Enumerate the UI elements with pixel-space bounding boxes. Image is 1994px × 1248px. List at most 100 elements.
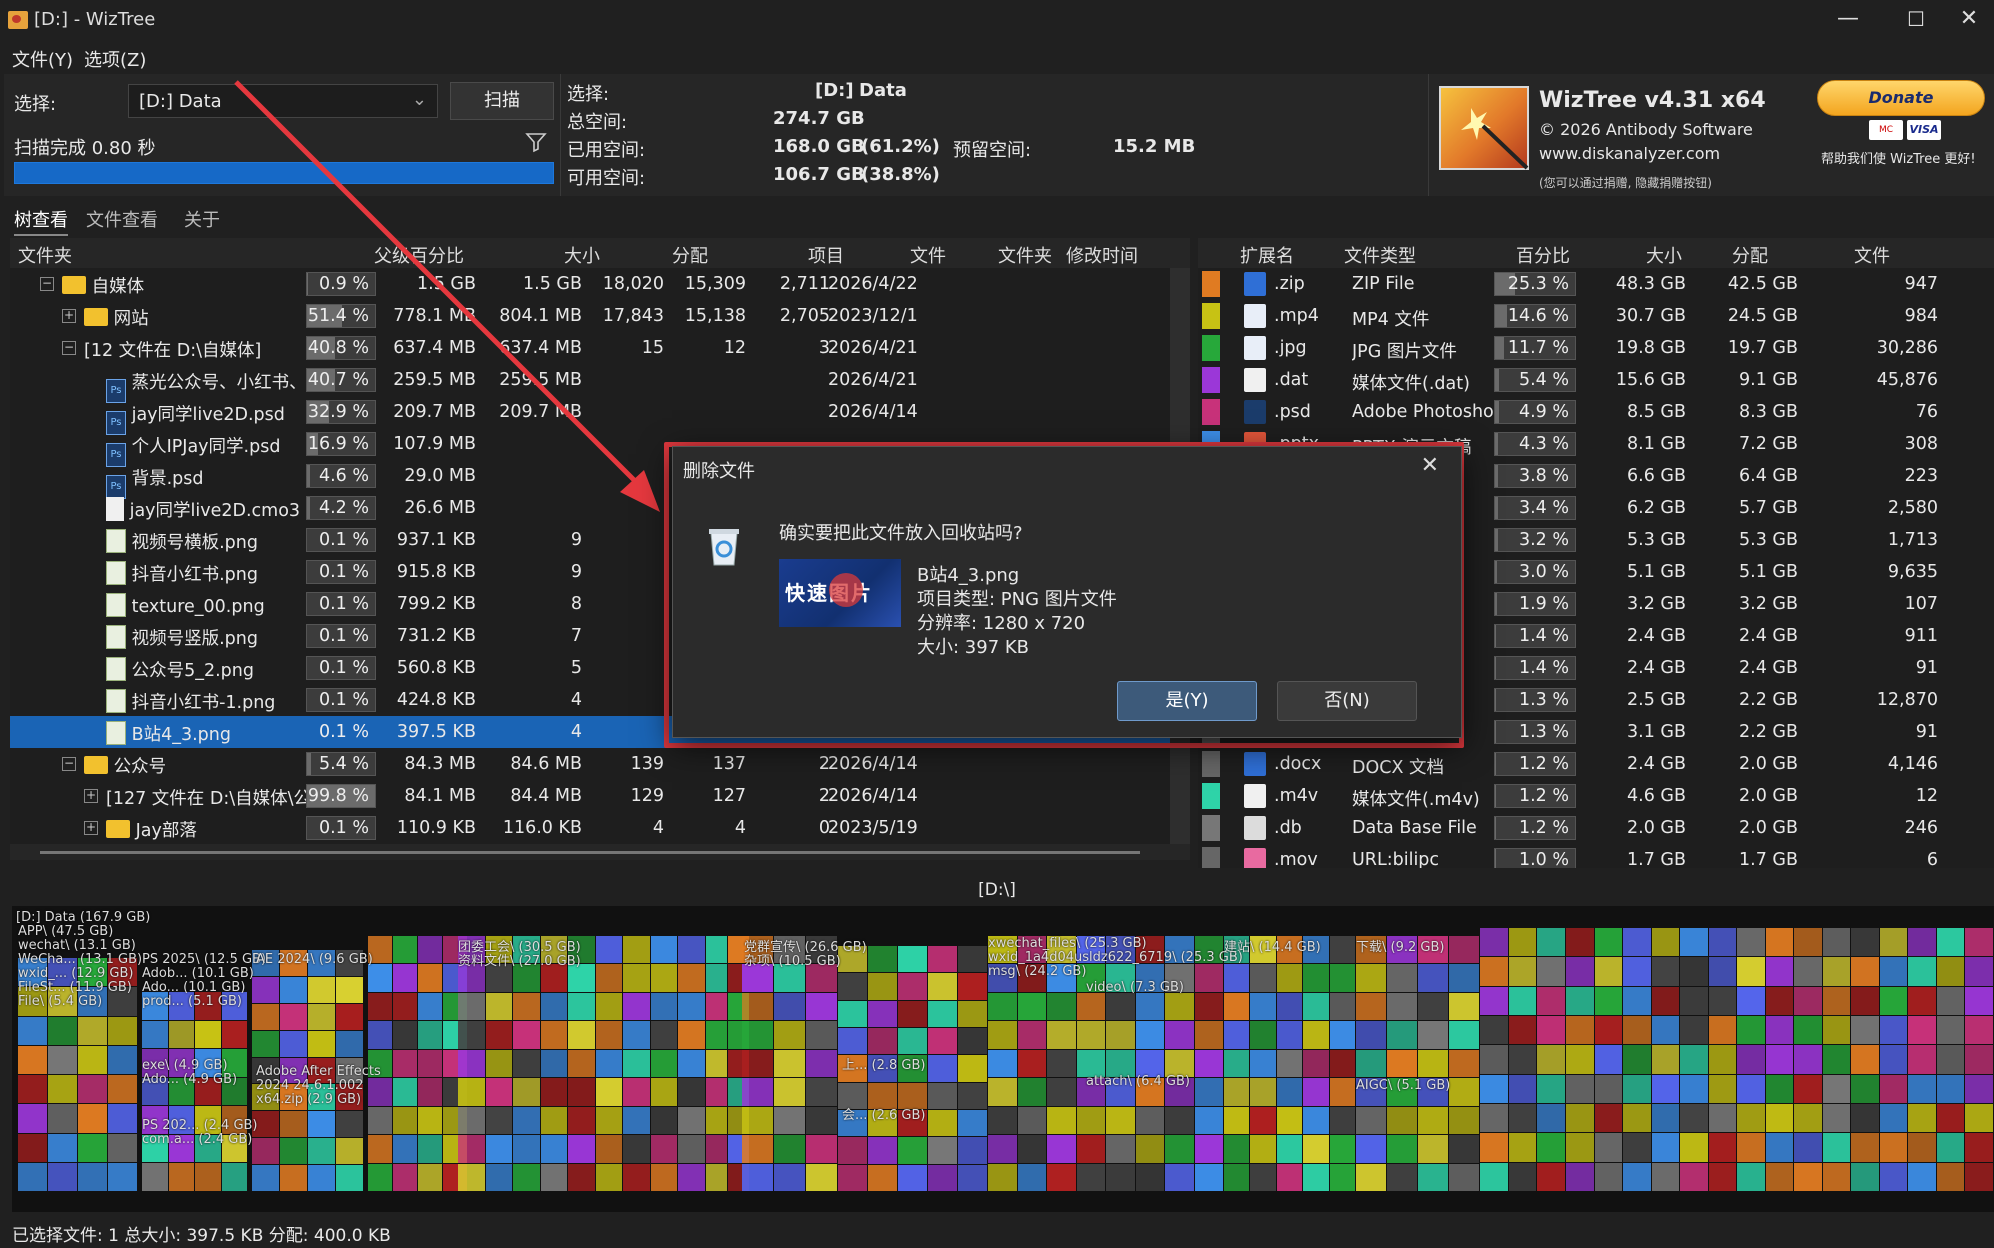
treemap-block[interactable] xyxy=(868,973,897,1000)
treemap-block[interactable] xyxy=(868,1164,897,1191)
treemap-block[interactable] xyxy=(678,1106,705,1135)
treemap-block[interactable] xyxy=(1449,936,1479,964)
treemap-block[interactable] xyxy=(988,1049,1017,1078)
treemap-block[interactable] xyxy=(1822,1104,1851,1133)
treemap-block[interactable] xyxy=(1276,1135,1303,1163)
treemap-block[interactable] xyxy=(1965,1133,1993,1162)
treemap-block[interactable] xyxy=(1651,957,1680,986)
treemap-block[interactable] xyxy=(513,992,540,1021)
treemap-block[interactable] xyxy=(928,946,957,973)
treemap-block[interactable] xyxy=(1566,1074,1594,1103)
treemap-block[interactable] xyxy=(1680,986,1708,1015)
treemap-block[interactable] xyxy=(1508,1045,1537,1074)
ext-row[interactable]: .dat 媒体文件(.dat) 5.4 % 15.6 GB 9.1 GB 45,876 xyxy=(1198,364,1994,396)
treemap-block[interactable] xyxy=(1765,1162,1794,1191)
treemap-block[interactable] xyxy=(650,1049,678,1078)
treemap-block[interactable] xyxy=(418,1021,442,1049)
treemap-block[interactable] xyxy=(928,1137,957,1164)
tab-about[interactable]: 关于 xyxy=(184,206,220,232)
tree-row[interactable]: + Jay部落 0.1 % 110.9 KB 116.0 KB 4 4 0 2023/5/19 xyxy=(10,812,1170,844)
treemap-block[interactable] xyxy=(1276,1078,1303,1106)
treemap-block[interactable] xyxy=(1418,1049,1448,1078)
treemap-block[interactable] xyxy=(1076,1163,1105,1191)
treemap-block[interactable] xyxy=(1480,1074,1508,1103)
treemap-block[interactable] xyxy=(1623,986,1651,1015)
treemap-block[interactable] xyxy=(78,1045,107,1074)
ext-row[interactable]: .m4v 媒体文件(.m4v) 1.2 % 4.6 GB 2.0 GB 12 xyxy=(1198,780,1994,812)
treemap-block[interactable] xyxy=(418,1163,442,1191)
treemap-block[interactable] xyxy=(1135,992,1164,1021)
treemap-block[interactable] xyxy=(142,1020,168,1049)
treemap-block[interactable] xyxy=(308,1138,335,1165)
treemap-block[interactable] xyxy=(393,1049,417,1078)
treemap-block[interactable] xyxy=(774,1021,805,1049)
treemap-block[interactable] xyxy=(898,973,927,1000)
treemap-block[interactable] xyxy=(142,1163,168,1191)
treemap-block[interactable] xyxy=(650,936,678,964)
treemap-block[interactable] xyxy=(1623,957,1651,986)
treemap-block[interactable] xyxy=(1822,1074,1851,1103)
treemap-block[interactable] xyxy=(1076,992,1105,1021)
treemap-block[interactable] xyxy=(1303,964,1329,992)
treemap-block[interactable] xyxy=(650,1135,678,1163)
treemap-block[interactable] xyxy=(1329,1021,1355,1049)
treemap-block[interactable] xyxy=(568,1049,595,1078)
treemap-block[interactable] xyxy=(1250,1049,1276,1078)
treemap-block[interactable] xyxy=(1708,928,1737,957)
treemap-block[interactable] xyxy=(1765,1074,1794,1103)
treemap-block[interactable] xyxy=(280,1165,307,1191)
treemap-block[interactable] xyxy=(485,992,513,1021)
treemap-block[interactable] xyxy=(458,992,485,1021)
treemap-block[interactable] xyxy=(1480,1016,1508,1045)
treemap-block[interactable] xyxy=(18,1133,47,1162)
treemap-block[interactable] xyxy=(1908,957,1936,986)
treemap-block[interactable] xyxy=(336,1165,363,1191)
treemap-block[interactable] xyxy=(928,1000,957,1027)
treemap-block[interactable] xyxy=(1936,957,1965,986)
treemap-block[interactable] xyxy=(1965,1104,1993,1133)
treemap-block[interactable] xyxy=(1908,1133,1936,1162)
treemap-block[interactable] xyxy=(742,1135,773,1163)
treemap-block[interactable] xyxy=(1594,1045,1623,1074)
dialog-close-button[interactable]: ✕ xyxy=(1421,453,1439,478)
treemap-block[interactable] xyxy=(1566,1016,1594,1045)
treemap-block[interactable] xyxy=(513,1106,540,1135)
treemap-block[interactable] xyxy=(1047,1106,1076,1135)
treemap-block[interactable] xyxy=(1822,957,1851,986)
expand-toggle-icon[interactable]: + xyxy=(84,821,98,835)
treemap-block[interactable] xyxy=(1480,1162,1508,1191)
treemap-block[interactable] xyxy=(806,992,837,1021)
treemap-block[interactable] xyxy=(1566,986,1594,1015)
treemap-block[interactable] xyxy=(1822,1162,1851,1191)
treemap-block[interactable] xyxy=(650,992,678,1021)
treemap-block[interactable] xyxy=(1936,1104,1965,1133)
treemap-block[interactable] xyxy=(485,1078,513,1106)
treemap-block[interactable] xyxy=(1794,928,1822,957)
treemap-block[interactable] xyxy=(898,1164,927,1191)
tree-row[interactable]: + [127 文件在 D:\自媒体\公 99.8 % 84.1 MB 84.4 MB 1… xyxy=(10,780,1170,812)
treemap-block[interactable] xyxy=(18,1162,47,1191)
treemap-block[interactable] xyxy=(485,1163,513,1191)
treemap-block[interactable] xyxy=(513,1049,540,1078)
treemap-block[interactable] xyxy=(568,992,595,1021)
treemap-block[interactable] xyxy=(706,936,727,964)
col-folders[interactable]: 文件夹 xyxy=(998,242,1052,268)
treemap-block[interactable] xyxy=(1106,1163,1135,1191)
treemap-block[interactable] xyxy=(678,1135,705,1163)
treemap-block[interactable] xyxy=(1623,1104,1651,1133)
treemap-block[interactable] xyxy=(1651,1045,1680,1074)
treemap-block[interactable] xyxy=(650,1078,678,1106)
treemap-block[interactable] xyxy=(1879,1133,1908,1162)
treemap-block[interactable] xyxy=(568,1163,595,1191)
scan-button[interactable]: 扫描 xyxy=(450,82,554,120)
filter-icon[interactable] xyxy=(524,130,548,154)
treemap-block[interactable] xyxy=(1594,928,1623,957)
treemap-block[interactable] xyxy=(280,1003,307,1030)
treemap-block[interactable] xyxy=(1537,1133,1565,1162)
treemap-block[interactable] xyxy=(1765,928,1794,957)
treemap-block[interactable] xyxy=(928,1028,957,1055)
col-mtime[interactable]: 修改时间 xyxy=(1066,242,1138,268)
treemap-block[interactable] xyxy=(1822,1045,1851,1074)
treemap-block[interactable] xyxy=(1680,1045,1708,1074)
treemap-block[interactable] xyxy=(1250,1106,1276,1135)
